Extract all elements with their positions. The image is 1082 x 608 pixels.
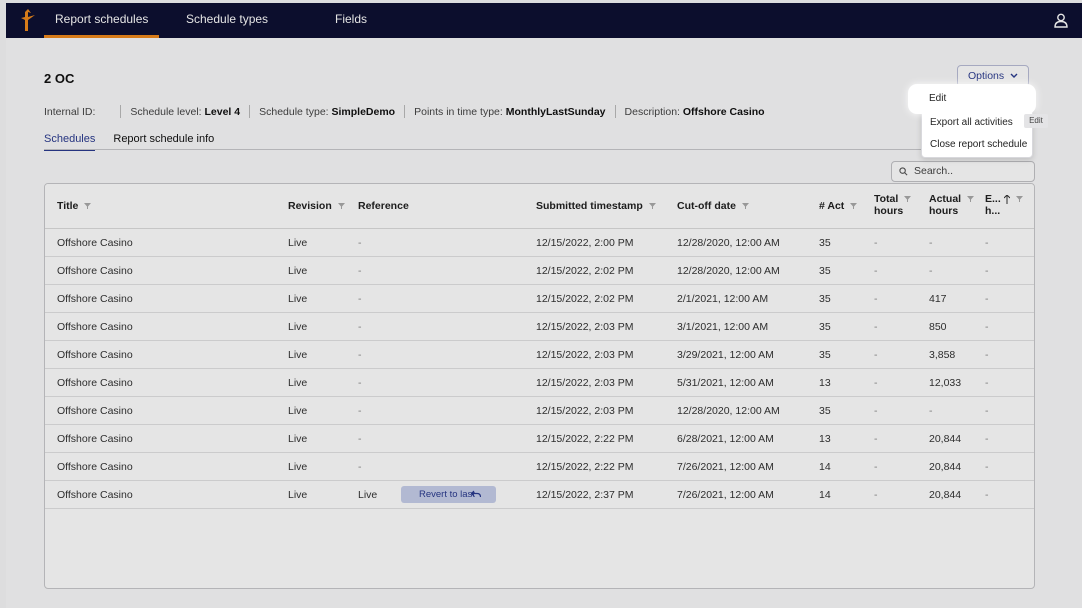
menu-item-edit[interactable]: Edit	[929, 93, 946, 104]
menu-item-edit-highlight: Edit	[908, 84, 1036, 114]
app-frame: Report schedules Schedule types Fields 2…	[0, 0, 1082, 608]
menu-item-close-report-schedule[interactable]: Close report schedule	[930, 139, 1027, 150]
edit-tooltip: Edit	[1024, 114, 1048, 128]
menu-item-export-all-activities[interactable]: Export all activities	[930, 117, 1013, 128]
